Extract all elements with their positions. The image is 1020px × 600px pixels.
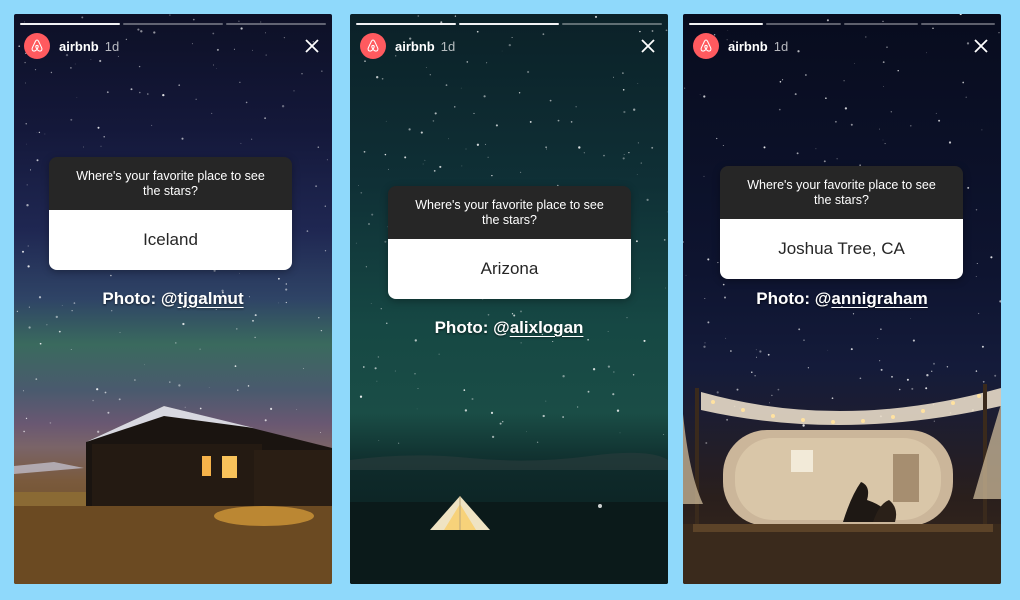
airbnb-logo-icon[interactable] bbox=[693, 33, 719, 59]
question-sticker[interactable]: Where's your favorite place to see the s… bbox=[49, 157, 292, 270]
close-icon[interactable] bbox=[302, 36, 322, 56]
story-header: airbnb 1d bbox=[360, 32, 658, 60]
story-arizona[interactable]: airbnb 1d Where's your favorite place to… bbox=[350, 14, 668, 584]
question-sticker[interactable]: Where's your favorite place to see the s… bbox=[388, 186, 631, 299]
credit-handle-link[interactable]: tjgalmut bbox=[178, 289, 244, 308]
username[interactable]: airbnb bbox=[59, 39, 99, 54]
progress-segment bbox=[562, 23, 662, 25]
photo-credit: Photo: @alixlogan bbox=[350, 318, 668, 338]
credit-prefix: Photo: @ bbox=[102, 289, 178, 308]
story-header: airbnb 1d bbox=[693, 32, 991, 60]
credit-prefix: Photo: @ bbox=[434, 318, 510, 337]
username[interactable]: airbnb bbox=[395, 39, 435, 54]
credit-prefix: Photo: @ bbox=[756, 289, 832, 308]
progress-segment bbox=[766, 23, 841, 25]
progress-segment bbox=[843, 23, 918, 25]
question-text: Where's your favorite place to see the s… bbox=[720, 166, 963, 219]
close-icon[interactable] bbox=[638, 36, 658, 56]
username[interactable]: airbnb bbox=[728, 39, 768, 54]
credit-handle-link[interactable]: alixlogan bbox=[510, 318, 584, 337]
answer-text: Iceland bbox=[49, 210, 292, 270]
story-joshua-tree[interactable]: airbnb 1d Where's your favorite place to… bbox=[683, 14, 1001, 584]
photo-credit: Photo: @annigraham bbox=[683, 289, 1001, 309]
progress-segment bbox=[20, 23, 120, 25]
story-progress bbox=[356, 23, 662, 25]
tent-photo bbox=[350, 452, 668, 584]
timestamp: 1d bbox=[104, 38, 120, 54]
answer-text: Joshua Tree, CA bbox=[720, 219, 963, 279]
question-text: Where's your favorite place to see the s… bbox=[388, 186, 631, 239]
airbnb-logo-icon[interactable] bbox=[360, 33, 386, 59]
answer-text: Arizona bbox=[388, 239, 631, 299]
progress-segment bbox=[459, 23, 559, 25]
progress-segment bbox=[356, 23, 456, 25]
cabin-photo bbox=[14, 406, 332, 584]
timestamp: 1d bbox=[773, 38, 789, 54]
timestamp: 1d bbox=[440, 38, 456, 54]
credit-handle-link[interactable]: annigraham bbox=[831, 289, 927, 308]
close-icon[interactable] bbox=[971, 36, 991, 56]
progress-segment bbox=[123, 23, 223, 25]
story-iceland[interactable]: airbnb 1d Where's your favorite place to… bbox=[14, 14, 332, 584]
story-header: airbnb 1d bbox=[24, 32, 322, 60]
progress-segment bbox=[920, 23, 995, 25]
question-text: Where's your favorite place to see the s… bbox=[49, 157, 292, 210]
airstream-photo bbox=[683, 384, 1001, 584]
photo-credit: Photo: @tjgalmut bbox=[14, 289, 332, 309]
story-progress bbox=[689, 23, 995, 25]
story-progress bbox=[20, 23, 326, 25]
progress-segment bbox=[226, 23, 326, 25]
question-sticker[interactable]: Where's your favorite place to see the s… bbox=[720, 166, 963, 279]
progress-segment bbox=[689, 23, 764, 25]
airbnb-logo-icon[interactable] bbox=[24, 33, 50, 59]
